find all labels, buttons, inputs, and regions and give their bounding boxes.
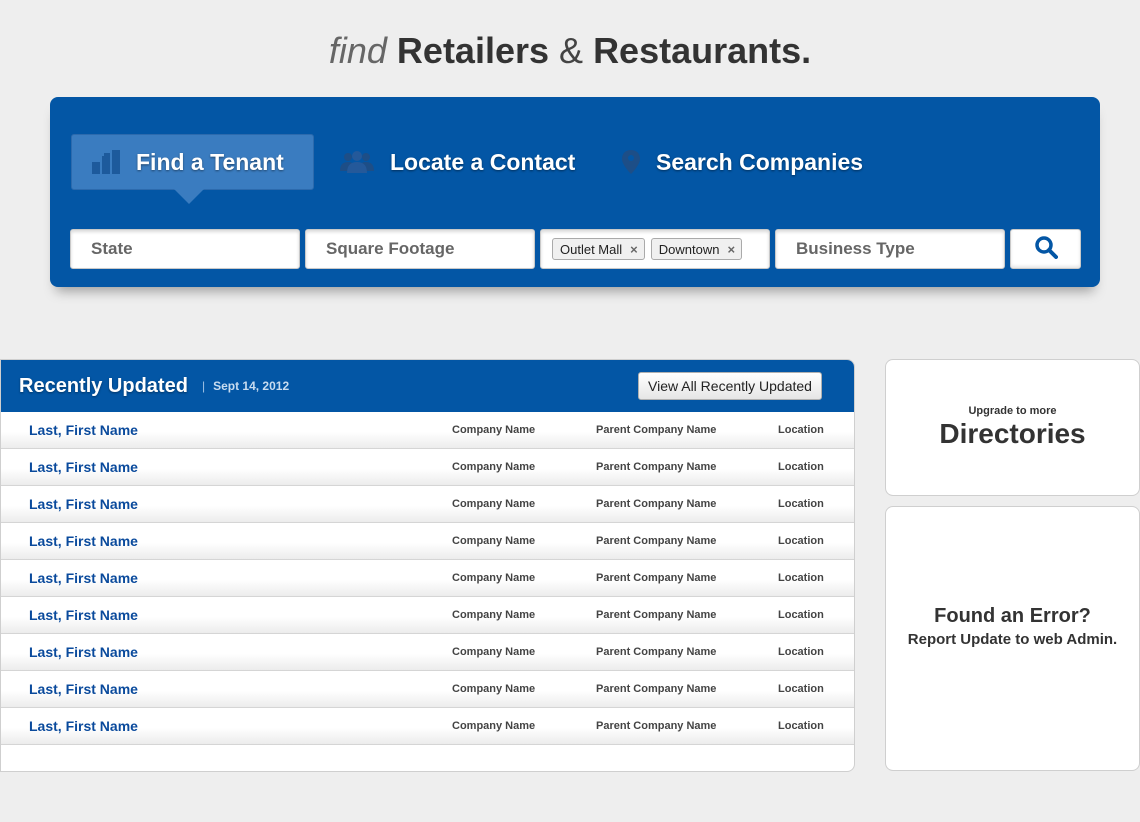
contact-name-link[interactable]: Last, First Name — [29, 422, 138, 438]
search-button[interactable] — [1010, 229, 1081, 269]
table-row[interactable]: Last, First Name Company Name Parent Com… — [1, 671, 854, 708]
search-icon — [1034, 235, 1058, 264]
parent-company-name: Parent Company Name — [596, 461, 717, 473]
contact-name-link[interactable]: Last, First Name — [29, 570, 138, 586]
location: Location — [778, 572, 824, 584]
tag-label: Downtown — [658, 241, 720, 257]
business-type-field[interactable] — [775, 229, 1005, 269]
recently-updated-title: Recently Updated — [19, 374, 188, 397]
company-name: Company Name — [452, 609, 536, 621]
table-row[interactable]: Last, First Name Company Name Parent Com… — [1, 560, 854, 597]
upgrade-directories-card[interactable]: Upgrade to more Directories — [885, 359, 1140, 496]
building-icon — [92, 150, 120, 174]
company-name: Company Name — [452, 535, 536, 547]
company-name: Company Name — [452, 683, 536, 695]
location: Location — [778, 609, 824, 621]
state-field[interactable] — [70, 229, 300, 269]
tab-label: Search Companies — [656, 148, 864, 175]
headline-ampersand: & — [559, 30, 584, 71]
business-type-input[interactable] — [776, 230, 1004, 268]
contact-name-link[interactable]: Last, First Name — [29, 644, 138, 660]
tag-label: Outlet Mall — [560, 241, 623, 257]
recently-updated-panel: Recently Updated | Sept 14, 2012 View Al… — [0, 359, 855, 772]
contact-name-link[interactable]: Last, First Name — [29, 607, 138, 623]
header-separator: | — [201, 379, 206, 393]
table-row[interactable]: Last, First Name Company Name Parent Com… — [1, 412, 854, 449]
tab-label: Find a Tenant — [136, 148, 284, 175]
location: Location — [778, 535, 824, 547]
people-icon — [340, 151, 374, 173]
square-footage-input[interactable] — [306, 230, 534, 268]
contact-name-link[interactable]: Last, First Name — [29, 533, 138, 549]
parent-company-name: Parent Company Name — [596, 683, 717, 695]
parent-company-name: Parent Company Name — [596, 535, 717, 547]
map-pin-icon — [622, 150, 640, 174]
company-name: Company Name — [452, 424, 536, 436]
tab-find-a-tenant[interactable]: Find a Tenant — [71, 134, 314, 204]
parent-company-name: Parent Company Name — [596, 572, 717, 584]
table-row[interactable]: Last, First Name Company Name Parent Com… — [1, 449, 854, 486]
parent-company-name: Parent Company Name — [596, 498, 717, 510]
tab-search-companies[interactable]: Search Companies — [622, 134, 863, 190]
tag-downtown: Downtown × — [650, 238, 743, 260]
location: Location — [778, 720, 824, 732]
headline-find: find — [328, 30, 387, 71]
location: Location — [778, 683, 824, 695]
remove-tag-icon[interactable]: × — [727, 242, 735, 257]
recently-updated-date: Sept 14, 2012 — [213, 379, 290, 393]
contact-name-link[interactable]: Last, First Name — [29, 459, 138, 475]
company-name: Company Name — [452, 461, 536, 473]
headline-restaurants: Restaurants. — [593, 30, 812, 71]
upgrade-title: Directories — [939, 418, 1086, 449]
tab-label: Locate a Contact — [390, 148, 576, 175]
parent-company-name: Parent Company Name — [596, 609, 717, 621]
tag-outlet-mall: Outlet Mall × — [552, 238, 645, 260]
location-tags-field[interactable]: Outlet Mall × Downtown × — [540, 229, 770, 269]
recent-list: Last, First Name Company Name Parent Com… — [1, 412, 854, 745]
view-all-recently-updated-button[interactable]: View All Recently Updated — [638, 372, 822, 400]
error-card-subtitle: Report Update to web Admin. — [907, 631, 1118, 648]
table-row[interactable]: Last, First Name Company Name Parent Com… — [1, 486, 854, 523]
location: Location — [778, 646, 824, 658]
company-name: Company Name — [452, 720, 536, 732]
company-name: Company Name — [452, 572, 536, 584]
location: Location — [778, 461, 824, 473]
contact-name-link[interactable]: Last, First Name — [29, 496, 138, 512]
search-panel: Find a Tenant Locate a Contact Search Co… — [50, 97, 1100, 287]
headline-retailers: Retailers — [396, 30, 550, 71]
table-row[interactable]: Last, First Name Company Name Parent Com… — [1, 708, 854, 745]
error-card-title: Found an Error? — [934, 605, 1091, 627]
recently-updated-header: Recently Updated | Sept 14, 2012 View Al… — [1, 360, 854, 412]
table-row[interactable]: Last, First Name Company Name Parent Com… — [1, 597, 854, 634]
table-row[interactable]: Last, First Name Company Name Parent Com… — [1, 634, 854, 671]
parent-company-name: Parent Company Name — [596, 720, 717, 732]
location: Location — [778, 424, 824, 436]
parent-company-name: Parent Company Name — [596, 646, 717, 658]
square-footage-field[interactable] — [305, 229, 535, 269]
contact-name-link[interactable]: Last, First Name — [29, 681, 138, 697]
state-input[interactable] — [71, 230, 299, 268]
contact-name-link[interactable]: Last, First Name — [29, 718, 138, 734]
tab-locate-a-contact[interactable]: Locate a Contact — [340, 134, 575, 190]
parent-company-name: Parent Company Name — [596, 424, 717, 436]
location: Location — [778, 498, 824, 510]
page-headline: find Retailers & Restaurants. — [0, 30, 1140, 72]
company-name: Company Name — [452, 646, 536, 658]
remove-tag-icon[interactable]: × — [630, 242, 638, 257]
company-name: Company Name — [452, 498, 536, 510]
report-error-card[interactable]: Found an Error? Report Update to web Adm… — [885, 506, 1140, 771]
upgrade-caption: Upgrade to more — [968, 405, 1057, 417]
table-row[interactable]: Last, First Name Company Name Parent Com… — [1, 523, 854, 560]
